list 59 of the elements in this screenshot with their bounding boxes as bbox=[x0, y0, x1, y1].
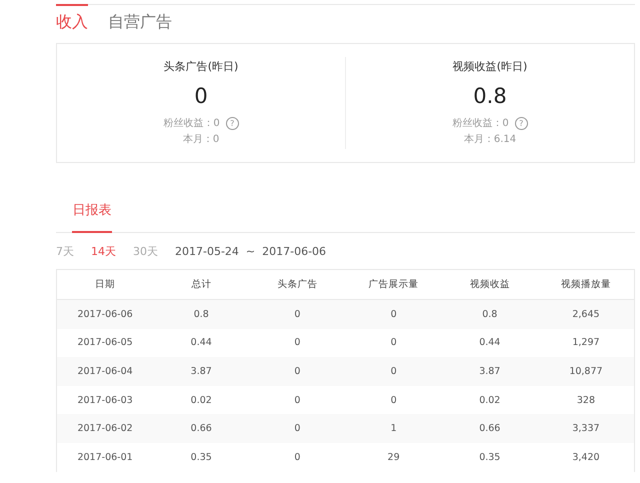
table-cell-text: 1,297 bbox=[571, 337, 601, 348]
table-cell-text: 328 bbox=[576, 394, 596, 406]
table-cell-text: 2017-06-06 bbox=[76, 308, 134, 320]
table-cell-text: 0 bbox=[390, 337, 398, 348]
table-cell-text: 2017-06-05 bbox=[76, 337, 134, 348]
fans-income-text: 粉丝收益：0 bbox=[163, 116, 220, 130]
table-cell-text: 29 bbox=[386, 452, 401, 463]
report-tab[interactable]: 日报表 bbox=[72, 195, 112, 233]
table-cell-text: 0 bbox=[293, 366, 302, 377]
table-cell-text: 0.66 bbox=[190, 423, 213, 434]
table-cell-text: 2,645 bbox=[571, 308, 601, 320]
table-cell-text: 0.44 bbox=[190, 337, 213, 348]
help-icon[interactable]: ? bbox=[514, 117, 528, 130]
table-cell-text: 3,337 bbox=[571, 423, 601, 434]
table-cell-text: 0 bbox=[293, 394, 302, 406]
date-range: 2017-05-24 ~ 2017-06-06 bbox=[175, 244, 326, 258]
table-cell-text: 0.35 bbox=[190, 452, 213, 463]
table-cell-text: 3.87 bbox=[478, 366, 502, 377]
table-cell-text: 0 bbox=[293, 337, 302, 348]
table-cell-text: 3,420 bbox=[571, 452, 601, 463]
table-cell-text: 0.44 bbox=[478, 337, 502, 348]
card-title: 视频收益(昨日) bbox=[452, 58, 528, 74]
table-cell-text: 0.66 bbox=[478, 423, 502, 434]
tab[interactable]: 自营广告 bbox=[108, 4, 172, 41]
table-cell-text: 0 bbox=[293, 452, 302, 463]
table-cell-text: 1 bbox=[390, 423, 398, 434]
card-title: 头条广告(昨日) bbox=[164, 58, 238, 74]
table-cell-text: 2017-06-01 bbox=[76, 452, 134, 463]
column-header: 头条广告 bbox=[276, 278, 318, 291]
table-cell-text: 0 bbox=[390, 394, 398, 406]
column-header: 视频播放量 bbox=[560, 278, 612, 291]
table-cell-text: 0.8 bbox=[192, 308, 210, 320]
help-icon[interactable]: ? bbox=[226, 117, 239, 130]
table-cell-text: 10,877 bbox=[568, 366, 604, 377]
month-income-text: 本月：6.14 bbox=[464, 132, 516, 146]
table-cell-text: 0 bbox=[293, 423, 302, 434]
table-cell-text: 2017-06-04 bbox=[76, 366, 134, 377]
fans-income-text: 粉丝收益：0 bbox=[452, 116, 509, 130]
column-header: 日期 bbox=[94, 278, 116, 291]
table-cell-text: 0.35 bbox=[478, 452, 502, 463]
table-cell-text: 0.02 bbox=[190, 394, 213, 406]
range-option[interactable]: 7天 bbox=[56, 244, 74, 258]
table-cell-text: 0 bbox=[390, 366, 398, 377]
table-cell-text: 0.8 bbox=[481, 308, 498, 320]
range-option[interactable]: 14天 bbox=[91, 244, 116, 258]
table-cell-text: 2017-06-03 bbox=[76, 394, 134, 406]
month-income-text: 本月：0 bbox=[182, 132, 220, 146]
card-value: 0 bbox=[194, 84, 208, 108]
table-cell-text: 3.87 bbox=[190, 366, 213, 377]
card-value: 0.8 bbox=[473, 84, 507, 108]
column-header: 总计 bbox=[190, 278, 212, 291]
table-cell-text: 2017-06-02 bbox=[76, 423, 134, 434]
tab[interactable]: 收入 bbox=[56, 4, 88, 41]
table-cell-text: 0 bbox=[390, 308, 398, 320]
column-header: 视频收益 bbox=[468, 278, 511, 291]
table-cell-text: 0 bbox=[293, 308, 302, 320]
range-option[interactable]: 30天 bbox=[133, 244, 158, 258]
table-cell-text: 0.02 bbox=[478, 394, 502, 406]
column-header: 广告展示量 bbox=[368, 278, 420, 291]
